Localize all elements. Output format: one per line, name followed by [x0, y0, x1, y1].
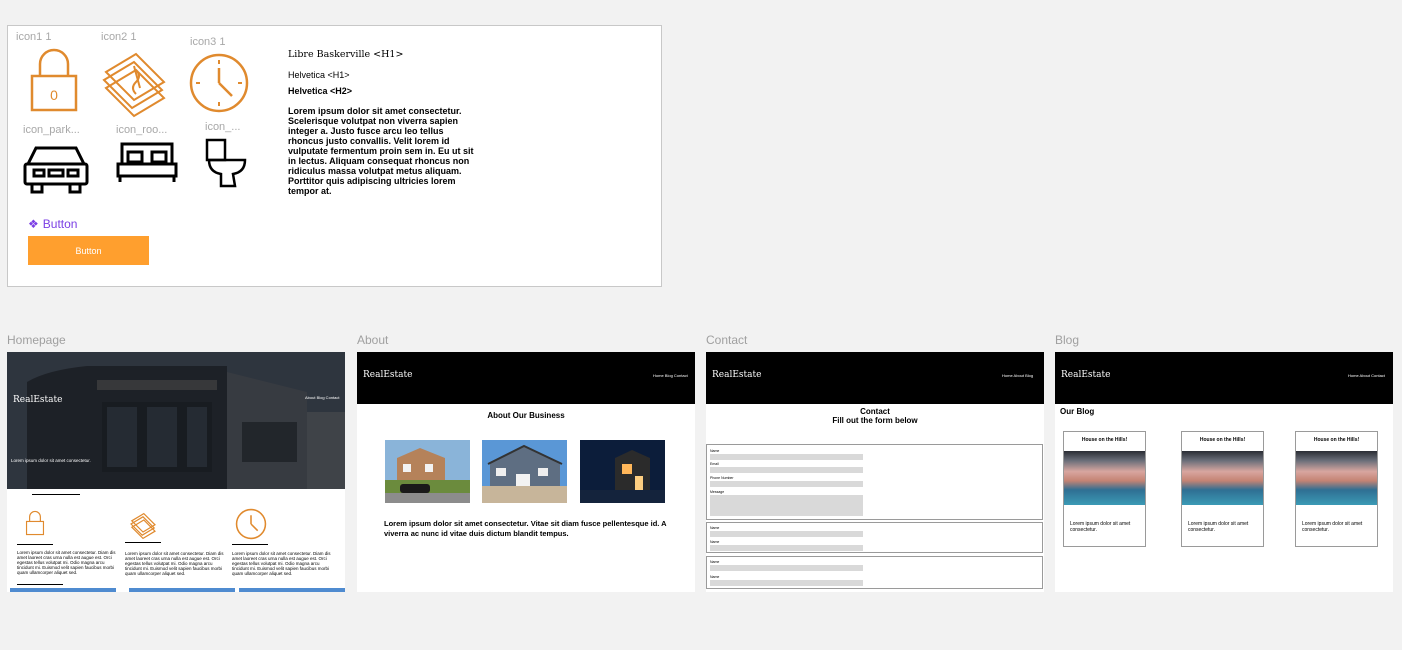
about-logo[interactable]: RealEstate — [363, 370, 412, 380]
form-label: Name — [710, 560, 720, 564]
name-input[interactable] — [710, 580, 863, 586]
form-label: Name — [710, 540, 720, 544]
homepage-frame[interactable]: RealEstate About Blog Contact Lorem ipsu… — [7, 352, 345, 592]
email-input[interactable] — [710, 467, 863, 473]
component-label-text: Button — [42, 217, 78, 231]
form-label: Email — [710, 462, 719, 466]
frame-label-contact[interactable]: Contact — [706, 333, 747, 347]
blog-card[interactable]: House on the Hills! Lorem ipsum dolor si… — [1063, 431, 1146, 547]
clock-icon — [235, 508, 267, 540]
contact-heading: Contact — [860, 407, 890, 416]
blog-card[interactable]: House on the Hills! Lorem ipsum dolor si… — [1295, 431, 1378, 547]
lock-icon: 0 — [30, 48, 78, 112]
typography-sans-h1: Helvetica <H1> — [288, 70, 350, 80]
icon-caption: icon_park... — [23, 124, 80, 136]
divider — [125, 542, 161, 543]
contact-frame[interactable]: RealEstate Home About Blog Contact Fill … — [706, 352, 1044, 592]
money-stack-icon — [130, 512, 156, 540]
message-textarea[interactable] — [710, 495, 863, 516]
frame-label-homepage[interactable]: Homepage — [7, 333, 66, 347]
divider — [17, 584, 63, 585]
blog-card-image — [1182, 451, 1263, 505]
house-photo — [482, 440, 567, 503]
blog-nav[interactable]: Home About Contact — [1348, 373, 1385, 378]
house-photo — [385, 440, 470, 503]
blog-heading: Our Blog — [1060, 407, 1095, 416]
name-input[interactable] — [710, 531, 863, 537]
clock-icon — [189, 53, 249, 113]
blog-card-title: House on the Hills! — [1199, 437, 1246, 443]
form-label: Name — [710, 575, 720, 579]
typography-body: Lorem ipsum dolor sit amet consectetur. … — [288, 106, 474, 196]
blog-logo[interactable]: RealEstate — [1061, 370, 1110, 380]
component-label: ❖ Button — [28, 217, 77, 231]
name-input[interactable] — [710, 545, 863, 551]
form-label: Name — [710, 449, 720, 453]
blog-card-title: House on the Hills! — [1313, 437, 1360, 443]
icon-caption: icon2 1 — [101, 31, 137, 43]
icon-caption: icon_roo... — [116, 124, 168, 136]
name-input[interactable] — [710, 454, 863, 460]
blog-card-text: Lorem ipsum dolor sit amet consectetur. — [1188, 521, 1249, 533]
blog-card-image — [1296, 451, 1377, 505]
form-label: Message — [710, 490, 725, 494]
frame-label-blog[interactable]: Blog — [1055, 333, 1079, 347]
divider — [17, 544, 53, 545]
homepage-nav[interactable]: About Blog Contact — [305, 395, 339, 400]
house-photo — [580, 440, 665, 503]
typography-serif-h1: Libre Baskerville <H1> — [288, 49, 404, 60]
feature-bar — [129, 588, 235, 592]
blog-frame[interactable]: RealEstate Home About Contact Our Blog H… — [1055, 352, 1393, 592]
feature-text: Lorem ipsum dolor sit amet consectetur. … — [232, 551, 331, 576]
building-illustration — [7, 352, 345, 489]
icon-caption: icon1 1 — [16, 31, 52, 43]
svg-text:0: 0 — [50, 87, 58, 103]
divider — [32, 494, 80, 495]
about-heading: About Our Business — [487, 411, 565, 420]
component-diamond-icon: ❖ — [28, 217, 39, 231]
contact-subheading: Fill out the form below — [832, 416, 918, 425]
blog-card-text: Lorem ipsum dolor sit amet consectetur. — [1070, 521, 1131, 533]
blog-card-text: Lorem ipsum dolor sit amet consectetur. — [1302, 521, 1363, 533]
about-frame[interactable]: RealEstate Home Blog Contact About Our B… — [357, 352, 695, 592]
form-label: Name — [710, 526, 720, 530]
contact-logo[interactable]: RealEstate — [712, 370, 761, 380]
form-label: Phone Number — [710, 476, 734, 480]
phone-input[interactable] — [710, 481, 863, 487]
blog-card-image — [1064, 451, 1145, 505]
frame-label-about[interactable]: About — [357, 333, 388, 347]
contact-form: Name Name — [706, 522, 1043, 553]
icon-caption: icon_... — [205, 121, 241, 133]
blog-card-title: House on the Hills! — [1081, 437, 1128, 443]
contact-form: Name Email Phone Number Message — [706, 444, 1043, 520]
lock-icon — [25, 510, 45, 536]
toilet-icon — [205, 138, 247, 188]
money-stack-icon — [102, 52, 166, 118]
hero-image: RealEstate About Blog Contact Lorem ipsu… — [7, 352, 345, 489]
name-input[interactable] — [710, 565, 863, 571]
feature-text: Lorem ipsum dolor sit amet consectetur. … — [125, 551, 224, 576]
homepage-logo[interactable]: RealEstate — [13, 395, 62, 405]
blog-card[interactable]: House on the Hills! Lorem ipsum dolor si… — [1181, 431, 1264, 547]
contact-form: Name Name — [706, 556, 1043, 589]
bed-icon — [116, 142, 178, 182]
primary-button[interactable]: Button — [28, 236, 149, 265]
typography-sans-h2: Helvetica <H2> — [288, 86, 353, 96]
about-body: Lorem ipsum dolor sit amet consectetur. … — [384, 519, 667, 538]
divider — [232, 544, 268, 545]
feature-bar — [239, 588, 345, 592]
contact-nav[interactable]: Home About Blog — [1002, 373, 1033, 378]
feature-bar — [10, 588, 116, 592]
car-icon — [23, 146, 89, 194]
about-nav[interactable]: Home Blog Contact — [653, 373, 688, 378]
icon-caption: icon3 1 — [190, 36, 226, 48]
feature-text: Lorem ipsum dolor sit amet consectetur. … — [17, 550, 116, 575]
homepage-tagline: Lorem ipsum dolor sit amet consectetur. — [11, 458, 91, 463]
